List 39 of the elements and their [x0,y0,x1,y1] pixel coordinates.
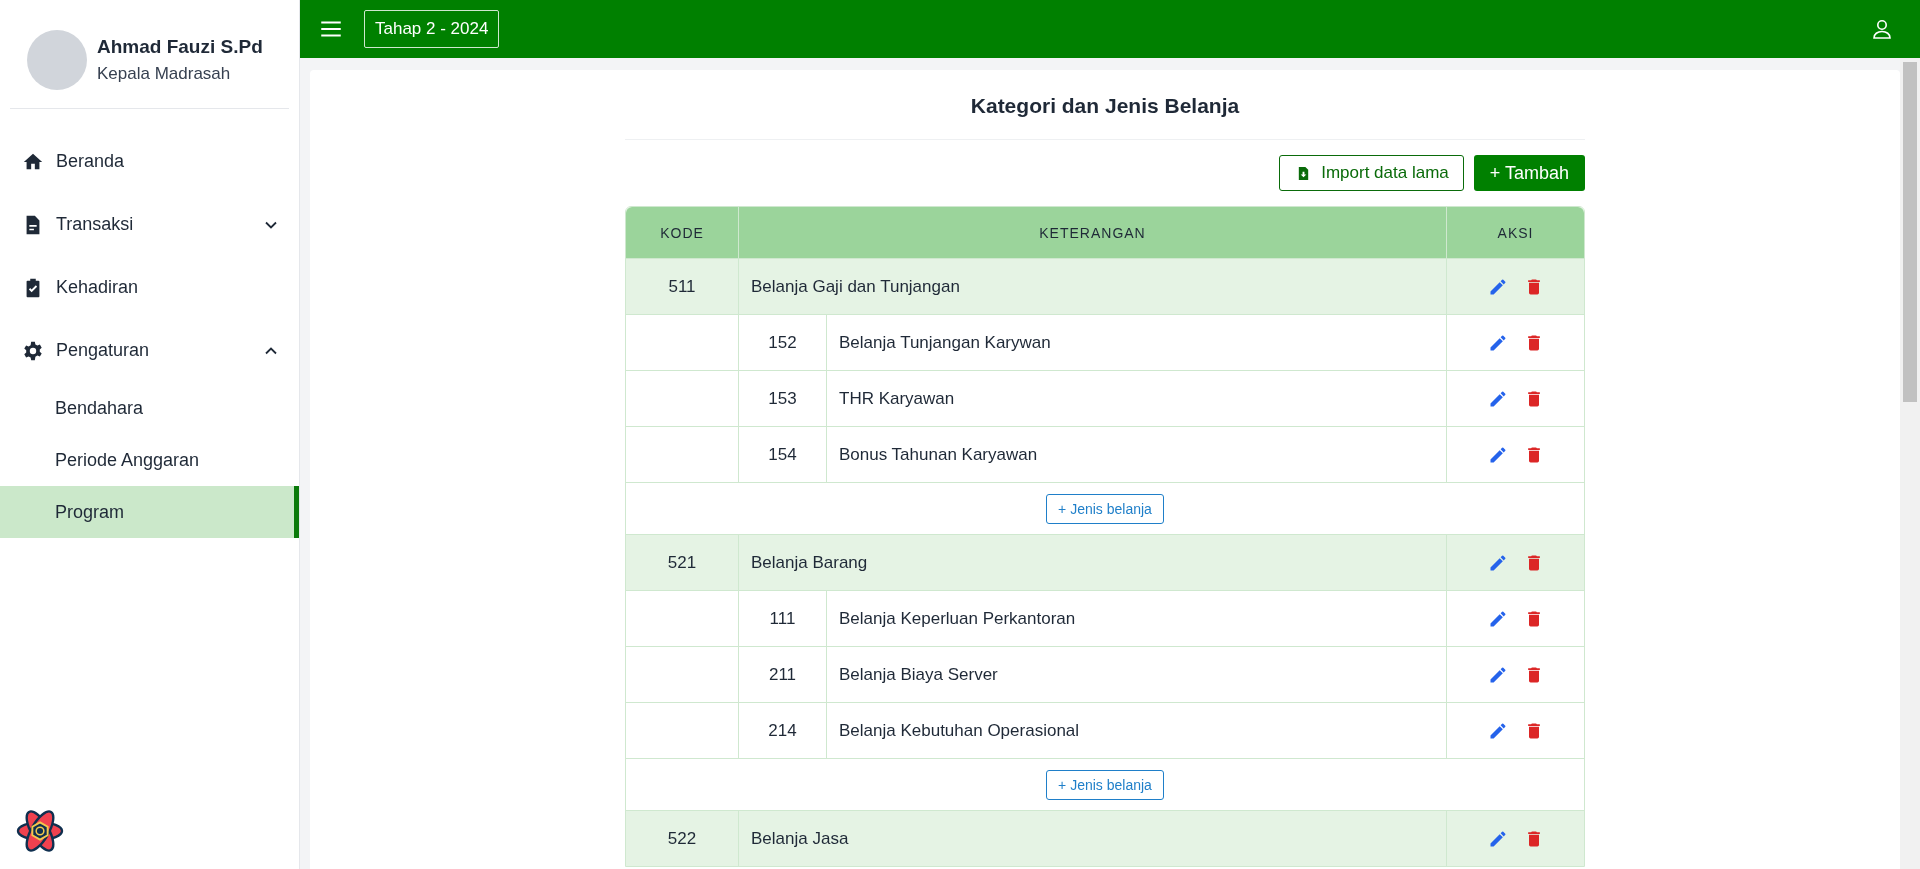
sidebar-subitem[interactable]: Program [0,486,299,538]
settings-icon [22,339,44,362]
table-cell: 214 [739,703,827,758]
page-title: Kategori dan Jenis Belanja [625,70,1585,140]
add-button[interactable]: + Tambah [1473,155,1585,191]
table-cell: Belanja Barang [739,535,1447,590]
atom-logo-icon [15,809,65,853]
table-cell: 511 [626,259,739,314]
table-cell: 211 [739,647,827,702]
table-cell: 152 [739,315,827,370]
sidebar-subitem[interactable]: Periode Anggaran [0,434,299,486]
sidebar-item[interactable]: Beranda [0,130,299,193]
table-cell: Bonus Tahunan Karyawan [827,427,1447,482]
table-cell: Belanja Jasa [739,811,1447,866]
table-cell: Belanja Keperluan Perkantoran [827,591,1447,646]
sidebar-item[interactable]: Transaksi [0,193,299,256]
table-cell: 153 [739,371,827,426]
table-cell: Belanja Tunjangan Karywan [827,315,1447,370]
table-cell: 522 [626,811,739,866]
user-icon[interactable] [1870,17,1894,41]
user-role: Kepala Madrasah [97,64,232,84]
table-cell: 111 [739,591,827,646]
table-cell: Belanja Biaya Server [827,647,1447,702]
table-cell: 154 [739,427,827,482]
scrollbar[interactable] [1900,58,1920,869]
table-cell: 521 [626,535,739,590]
sidebar-item[interactable]: Pengaturan [0,319,299,382]
sidebar-subitem[interactable]: Bendahara [0,382,299,434]
column-header: AKSI [1496,223,1535,243]
sidebar-item[interactable]: Kehadiran [0,256,299,319]
add-item-button[interactable]: + Jenis belanja [1046,769,1164,800]
table-cell: Belanja Gaji dan Tunjangan [739,259,1447,314]
avatar-circle [27,30,87,90]
table-cell: THR Karyawan [827,371,1447,426]
user-name: Ahmad Fauzi S.Pd [97,36,263,58]
add-item-button[interactable]: + Jenis belanja [1046,493,1164,524]
table-cell: Belanja Kebutuhan Operasional [827,703,1447,758]
import-button[interactable]: Import data lama [1279,155,1464,191]
period-button[interactable]: Tahap 2 - 2024 [364,10,500,48]
